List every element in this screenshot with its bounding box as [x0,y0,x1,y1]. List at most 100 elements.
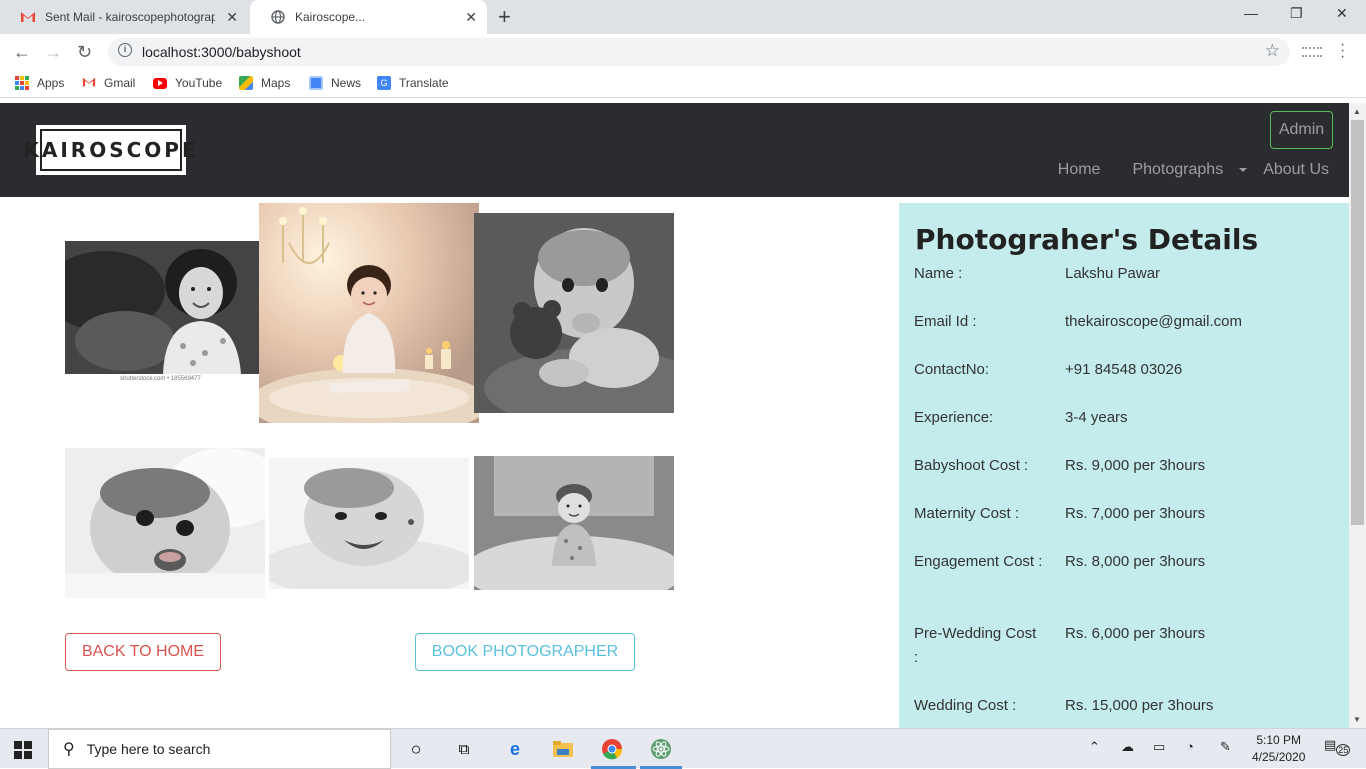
details-title: Photograher's Details [915,223,1259,256]
detail-value: +91 84548 03026 [1065,361,1183,378]
info-icon[interactable]: i [118,43,132,57]
clock-time: 5:10 PM [1256,733,1302,747]
wifi-icon[interactable]: ◔ [1186,739,1194,754]
bookmark-news[interactable]: News [309,76,361,90]
search-icon: ⚲ [63,741,75,758]
site-logo[interactable]: KAIROSCOPE [23,125,196,175]
atom-icon[interactable] [649,737,673,761]
detail-value: Rs. 9,000 per 3hours [1065,457,1206,474]
star-icon[interactable]: ☆ [1265,41,1280,61]
tab-sent-mail[interactable]: Sent Mail - kairoscopephotographer ✕ [0,0,248,34]
task-view-icon[interactable]: ⧉ [452,737,476,761]
bookmark-gmail[interactable]: Gmail [82,76,135,90]
detail-value: Rs. 15,000 per 3hours [1065,697,1214,714]
chrome-icon[interactable] [600,737,624,761]
caret-down-icon [1239,167,1248,172]
address-bar[interactable]: i localhost:3000/babyshoot ☆ [108,38,1290,66]
gallery-photo-2[interactable] [259,203,479,423]
notification-icon[interactable]: ▤ 25 [1324,737,1351,756]
gallery-photo-4[interactable] [65,448,265,598]
url-text[interactable]: localhost:3000/babyshoot [142,44,301,60]
site-navbar: KAIROSCOPE Admin Home Photographs About … [0,103,1349,197]
nav-photographs-label: Photographs [1132,161,1224,178]
new-tab-button[interactable]: + [498,6,511,28]
gallery-photo-6[interactable] [474,456,674,590]
cortana-icon[interactable]: ○ [404,737,428,761]
restore-icon[interactable]: ❐ [1290,5,1303,22]
edge-icon[interactable]: e [503,737,527,761]
detail-label: Engagement Cost : [914,553,1043,570]
search-placeholder: Type here to search [86,741,211,757]
bookmark-maps[interactable]: Maps [239,76,290,90]
taskbar-search-box[interactable]: ⚲ Type here to search [48,729,391,769]
photo-image [269,458,469,589]
logo-text: KAIROSCOPE [23,129,196,171]
bookmarks-bar: Apps Gmail YouTube Maps News G Translate [0,70,1366,98]
apps-grid-icon [15,76,29,90]
onedrive-icon[interactable]: ☁ [1121,739,1134,755]
detail-label: ContactNo: [914,361,990,378]
photographer-details-panel: Photograher's Details Name : Lakshu Pawa… [899,203,1349,728]
pen-icon[interactable]: ✎ [1220,739,1231,755]
bookmark-label: News [331,76,362,90]
bookmark-label: Translate [399,76,449,90]
forward-arrow-icon[interactable]: → [44,42,62,63]
chevron-up-icon[interactable]: ⌃ [1089,739,1100,755]
photo-image [65,241,259,386]
bookmark-label: YouTube [175,76,223,90]
browser-toolbar: ← → ↻ i localhost:3000/babyshoot ☆ · · · [0,34,1366,70]
detail-value: 3-4 years [1065,409,1128,426]
gmail-icon [82,76,96,90]
detail-value: Rs. 8,000 per 3hours [1065,553,1206,570]
gallery-photo-1[interactable]: shutterstock.com • 185569477 [65,241,259,386]
page-scrollbar[interactable]: ▲ ▼ [1349,103,1366,728]
page-viewport: KAIROSCOPE Admin Home Photographs About … [0,103,1366,728]
menu-dots-icon[interactable]: · · · [1340,37,1345,65]
minimize-icon[interactable]: — [1244,5,1258,21]
close-icon[interactable]: ✕ [226,9,238,25]
nav-about[interactable]: About Us [1263,161,1329,179]
tab-title: Sent Mail - kairoscopephotographer [45,10,215,24]
file-explorer-icon[interactable] [551,737,575,761]
bookmark-translate[interactable]: G Translate [377,76,449,90]
book-photographer-button[interactable]: BOOK PHOTOGRAPHER [415,633,635,671]
bookmark-youtube[interactable]: YouTube [153,76,222,90]
gallery-photo-5[interactable] [269,458,469,589]
bookmark-apps[interactable]: Apps [15,76,64,90]
notification-count: 25 [1336,743,1351,756]
back-arrow-icon[interactable]: ← [13,42,31,63]
detail-label: Experience: [914,409,994,426]
close-window-icon[interactable]: ✕ [1336,5,1348,22]
photo-image [474,213,674,413]
admin-button[interactable]: Admin [1270,111,1333,149]
gallery-photo-3[interactable] [474,213,674,413]
photo-image [474,456,674,590]
news-icon [309,76,323,90]
detail-label: Maternity Cost : [914,505,1020,522]
globe-icon [270,9,286,25]
close-icon[interactable]: ✕ [465,9,477,25]
nav-photographs[interactable]: Photographs [1116,161,1248,179]
battery-icon[interactable]: ▭ [1153,739,1165,755]
windows-taskbar: ⚲ Type here to search ○ ⧉ e ⌃ ☁ ▭ ◔ ✎ 5:… [0,728,1366,769]
detail-label: Name : [914,265,963,282]
tab-title: Kairoscope... [295,10,366,24]
scroll-down-arrow-icon[interactable]: ▼ [1353,715,1361,724]
detail-value: Lakshu Pawar [1065,265,1161,282]
bookmark-label: Apps [37,76,65,90]
reload-icon[interactable]: ↻ [77,42,92,63]
nav-home[interactable]: Home [1058,161,1101,179]
taskbar-clock[interactable]: 5:10 PM 4/25/2020 [1252,732,1305,766]
browser-tab-strip: Sent Mail - kairoscopephotographer ✕ Kai… [0,0,1366,34]
windows-start-icon[interactable] [14,741,32,759]
scroll-up-arrow-icon[interactable]: ▲ [1353,107,1361,116]
youtube-icon [153,77,167,89]
photo-image [259,203,479,423]
tab-kairoscope[interactable]: Kairoscope... ✕ [250,0,487,34]
scrollbar-thumb[interactable] [1351,120,1364,525]
back-to-home-button[interactable]: BACK TO HOME [65,633,221,671]
extension-icon[interactable] [1302,47,1322,57]
bookmark-label: Maps [261,76,291,90]
detail-label: Babyshoot Cost : [914,457,1029,474]
bookmark-label: Gmail [104,76,136,90]
